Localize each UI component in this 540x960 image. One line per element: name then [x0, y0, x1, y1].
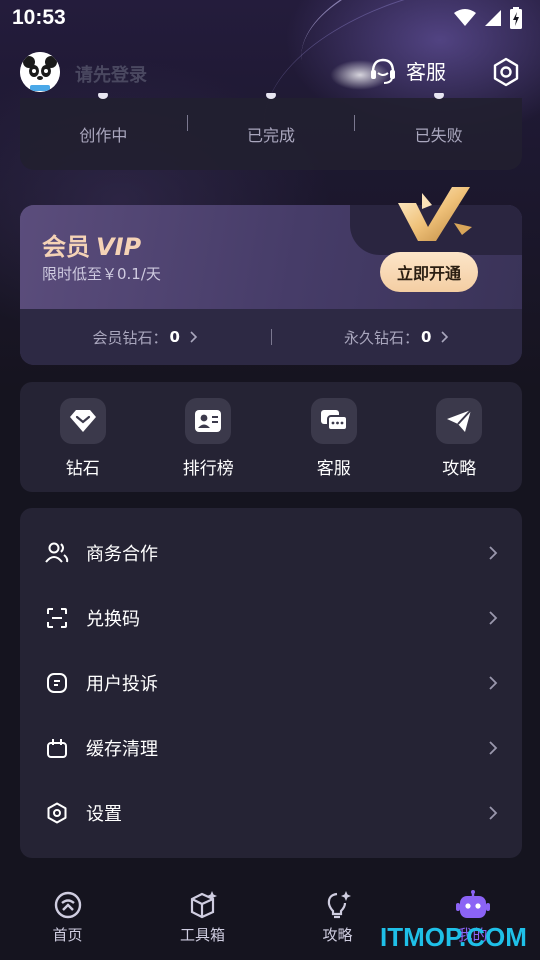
customer-service-label: 客服 — [406, 60, 446, 84]
chevron-right-icon — [190, 331, 198, 343]
permanent-diamond-label: 永久钻石： — [344, 328, 420, 347]
member-diamond-value: 0 — [169, 328, 180, 346]
panda-avatar-icon — [20, 52, 60, 92]
diamond-balance-row: 会员钻石： 0 永久钻石： 0 — [20, 309, 522, 365]
scan-code-icon — [47, 607, 67, 628]
nav-tab-label: 攻略 — [322, 926, 353, 944]
permanent-diamond-link[interactable]: 永久钻石： 0 — [272, 327, 523, 348]
stat-label: 创作中 — [79, 126, 128, 145]
stat-failed[interactable]: 已失败 — [355, 92, 522, 146]
vip-subscribe-button[interactable]: 立即开通 — [380, 252, 478, 292]
chevron-right-icon — [489, 610, 498, 625]
member-diamond-label: 会员钻石： — [92, 328, 168, 347]
vip-price-subtitle: 限时低至￥0.1/天 — [42, 265, 161, 283]
watermark-logo: ITMOP.COM — [380, 922, 527, 952]
vip-title-en: VIP — [96, 233, 142, 261]
vip-crown-badge-icon — [398, 187, 472, 241]
users-icon — [45, 542, 69, 563]
leaderboard-icon — [195, 410, 222, 432]
nav-tab-toolbox[interactable]: 工具箱 — [135, 880, 270, 960]
home-icon — [54, 891, 81, 919]
chevron-right-icon — [441, 331, 449, 343]
wifi-icon — [454, 9, 476, 26]
menu-item-redeem-code[interactable]: 兑换码 — [20, 585, 522, 650]
paper-plane-icon — [447, 409, 472, 432]
chevron-right-icon — [489, 805, 498, 820]
menu-item-business[interactable]: 商务合作 — [20, 520, 522, 585]
robot-icon — [455, 890, 490, 918]
vip-title: 会员 VIP — [42, 227, 141, 262]
signal-icon — [485, 10, 501, 26]
stat-label: 已失败 — [414, 126, 463, 145]
profile-header: 请先登录 客服 — [0, 48, 540, 98]
cache-icon — [47, 738, 67, 758]
complaint-icon — [47, 672, 67, 693]
menu-item-label: 用户投诉 — [86, 673, 158, 695]
settings-menu-list: 商务合作 兑换码 用户投诉 缓存清理 设置 — [20, 508, 522, 858]
stat-completed[interactable]: 已完成 — [188, 92, 355, 146]
quick-action-customer-service[interactable]: 客服 — [271, 398, 397, 479]
menu-item-label: 商务合作 — [86, 543, 158, 565]
status-icons — [454, 7, 522, 29]
creation-stats-card: 创作中 已完成 已失败 — [20, 92, 522, 170]
settings-icon — [47, 802, 67, 823]
menu-item-label: 设置 — [86, 803, 122, 825]
bulb-icon — [327, 891, 351, 919]
quick-action-guide[interactable]: 攻略 — [397, 398, 523, 479]
avatar[interactable] — [20, 52, 60, 92]
menu-item-complaint[interactable]: 用户投诉 — [20, 650, 522, 715]
settings-icon[interactable] — [491, 57, 521, 87]
stat-creating[interactable]: 创作中 — [20, 92, 187, 146]
quick-actions-grid: 钻石 排行榜 客服 攻略 — [20, 382, 522, 492]
menu-item-clear-cache[interactable]: 缓存清理 — [20, 715, 522, 780]
nav-tab-label: 首页 — [52, 926, 83, 944]
chevron-right-icon — [489, 675, 498, 690]
quick-action-label: 攻略 — [442, 459, 477, 479]
vip-title-cn: 会员 — [42, 233, 90, 261]
headset-icon — [371, 58, 395, 84]
quick-action-label: 排行榜 — [182, 459, 234, 479]
status-time: 10:53 — [12, 6, 66, 29]
quick-action-label: 钻石 — [65, 459, 100, 479]
toolbox-icon — [190, 891, 217, 919]
menu-item-label: 兑换码 — [86, 608, 140, 630]
permanent-diamond-value: 0 — [421, 328, 432, 346]
battery-icon — [510, 7, 522, 29]
diamond-icon — [69, 410, 96, 432]
quick-action-label: 客服 — [316, 459, 351, 479]
quick-action-leaderboard[interactable]: 排行榜 — [146, 398, 272, 479]
chevron-right-icon — [489, 545, 498, 560]
status-bar: 10:53 — [0, 0, 540, 36]
login-prompt-link[interactable]: 请先登录 — [75, 61, 147, 87]
nav-tab-home[interactable]: 首页 — [0, 880, 135, 960]
quick-action-diamond[interactable]: 钻石 — [20, 398, 146, 479]
chevron-right-icon — [489, 740, 498, 755]
stat-label: 已完成 — [247, 126, 296, 145]
customer-service-button[interactable]: 客服 — [368, 56, 446, 85]
menu-item-settings[interactable]: 设置 — [20, 780, 522, 845]
menu-item-label: 缓存清理 — [86, 738, 158, 760]
member-diamond-link[interactable]: 会员钻石： 0 — [20, 327, 271, 348]
chat-icon — [320, 410, 348, 431]
nav-tab-label: 工具箱 — [179, 926, 225, 944]
